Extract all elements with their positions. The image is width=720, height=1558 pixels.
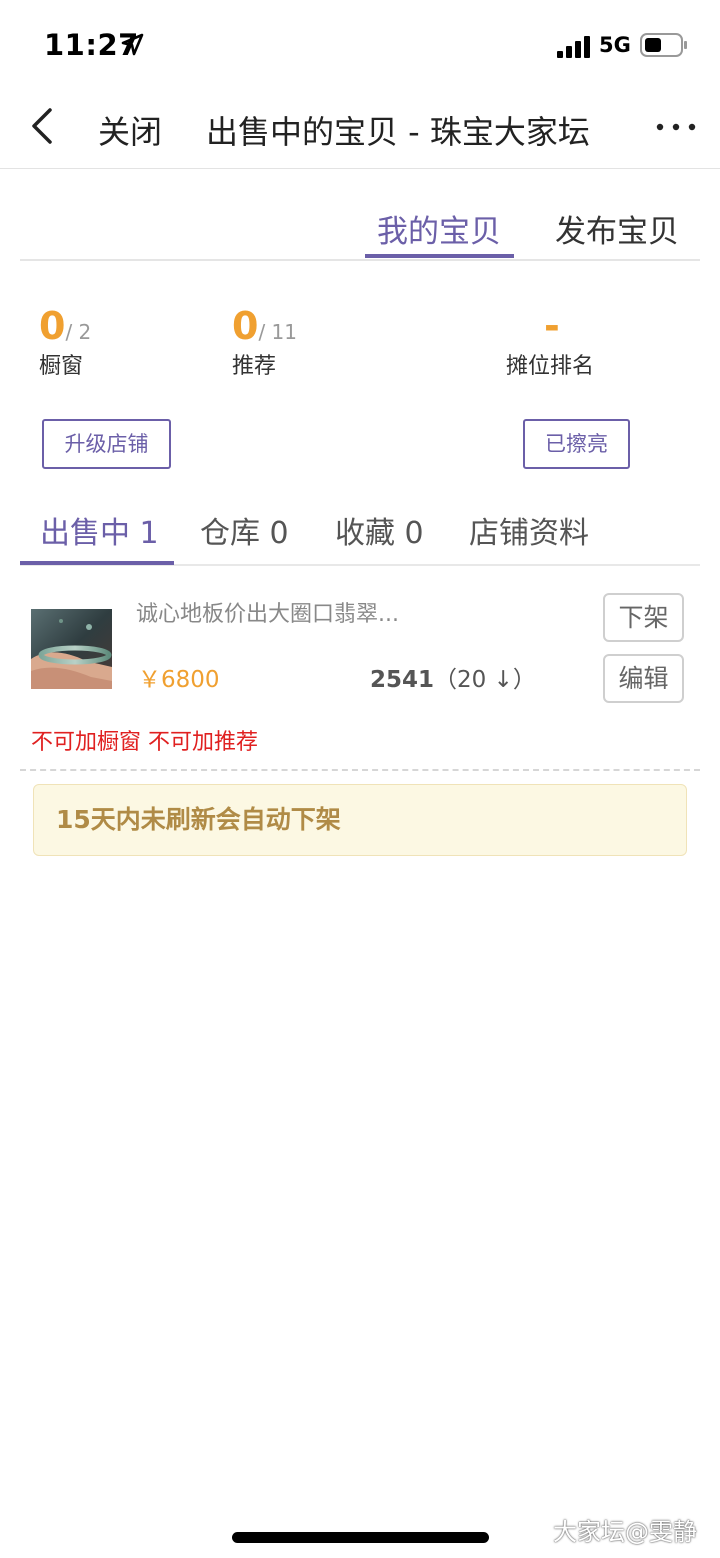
polished-button[interactable]: 已擦亮 bbox=[523, 419, 630, 469]
network-label: 5G bbox=[599, 33, 631, 57]
location-arrow-icon bbox=[121, 33, 144, 56]
recommend-total: / 11 bbox=[258, 320, 297, 344]
signal-bars-icon bbox=[557, 36, 590, 58]
active-tab-indicator bbox=[365, 254, 514, 258]
active-subtab-indicator bbox=[20, 561, 174, 565]
tab-my-items[interactable]: 我的宝贝 bbox=[377, 206, 501, 251]
view-delta: （20 ↓） bbox=[434, 667, 536, 693]
status-bar: 11:27 5G bbox=[0, 0, 720, 90]
battery-icon bbox=[640, 33, 687, 57]
page: 11:27 5G 关闭 出售中的宝贝 - 珠宝大家坛 我的宝贝 发布宝贝 0/ … bbox=[0, 0, 720, 1558]
tab-favorites[interactable]: 收藏 0 bbox=[335, 508, 424, 552]
stat-recommend: 0/ 11 推荐 bbox=[232, 304, 297, 380]
tab-on-sale[interactable]: 出售中 1 bbox=[40, 508, 159, 552]
top-tabs: 我的宝贝 发布宝贝 bbox=[20, 170, 700, 261]
stat-showcase: 0/ 2 橱窗 bbox=[39, 304, 91, 380]
showcase-total: / 2 bbox=[65, 320, 92, 344]
product-price: ￥6800 bbox=[138, 667, 220, 693]
upgrade-shop-button[interactable]: 升级店铺 bbox=[42, 419, 171, 469]
nav-bar: 关闭 出售中的宝贝 - 珠宝大家坛 bbox=[0, 90, 720, 169]
recommend-count: 0 bbox=[232, 304, 259, 348]
home-indicator bbox=[232, 1532, 489, 1543]
list-item: 诚心地板价出大圈口翡翠... ￥6800 2541（20 ↓） 下架 编辑 不可… bbox=[0, 570, 720, 770]
product-title[interactable]: 诚心地板价出大圈口翡翠... bbox=[136, 596, 399, 628]
stat-stall-rank: - 摊位排名 bbox=[506, 304, 594, 380]
watermark: 大家坛@雯静 bbox=[553, 1518, 697, 1546]
tab-publish-item[interactable]: 发布宝贝 bbox=[555, 206, 679, 251]
back-chevron-icon[interactable] bbox=[28, 106, 58, 146]
close-button[interactable]: 关闭 bbox=[98, 107, 162, 153]
product-views: 2541（20 ↓） bbox=[370, 660, 536, 694]
dashed-divider bbox=[20, 769, 700, 771]
tab-shop-info[interactable]: 店铺资料 bbox=[469, 508, 589, 552]
sub-tabs: 出售中 1 仓库 0 收藏 0 店铺资料 bbox=[20, 490, 700, 566]
view-count: 2541 bbox=[370, 667, 435, 693]
showcase-count: 0 bbox=[39, 304, 66, 348]
off-shelf-button[interactable]: 下架 bbox=[603, 593, 684, 642]
product-thumbnail[interactable] bbox=[31, 609, 112, 689]
page-title: 出售中的宝贝 - 珠宝大家坛 bbox=[206, 113, 590, 151]
auto-offshelf-notice: 15天内未刷新会自动下架 bbox=[33, 784, 687, 856]
stall-rank-label: 摊位排名 bbox=[506, 354, 595, 379]
stall-rank-value: - bbox=[544, 304, 560, 348]
tab-warehouse[interactable]: 仓库 0 bbox=[200, 508, 289, 552]
product-warning: 不可加橱窗 不可加推荐 bbox=[31, 730, 258, 755]
more-dots-icon[interactable] bbox=[654, 120, 698, 134]
recommend-label: 推荐 bbox=[232, 354, 277, 379]
showcase-label: 橱窗 bbox=[39, 354, 84, 379]
edit-button[interactable]: 编辑 bbox=[603, 654, 684, 703]
